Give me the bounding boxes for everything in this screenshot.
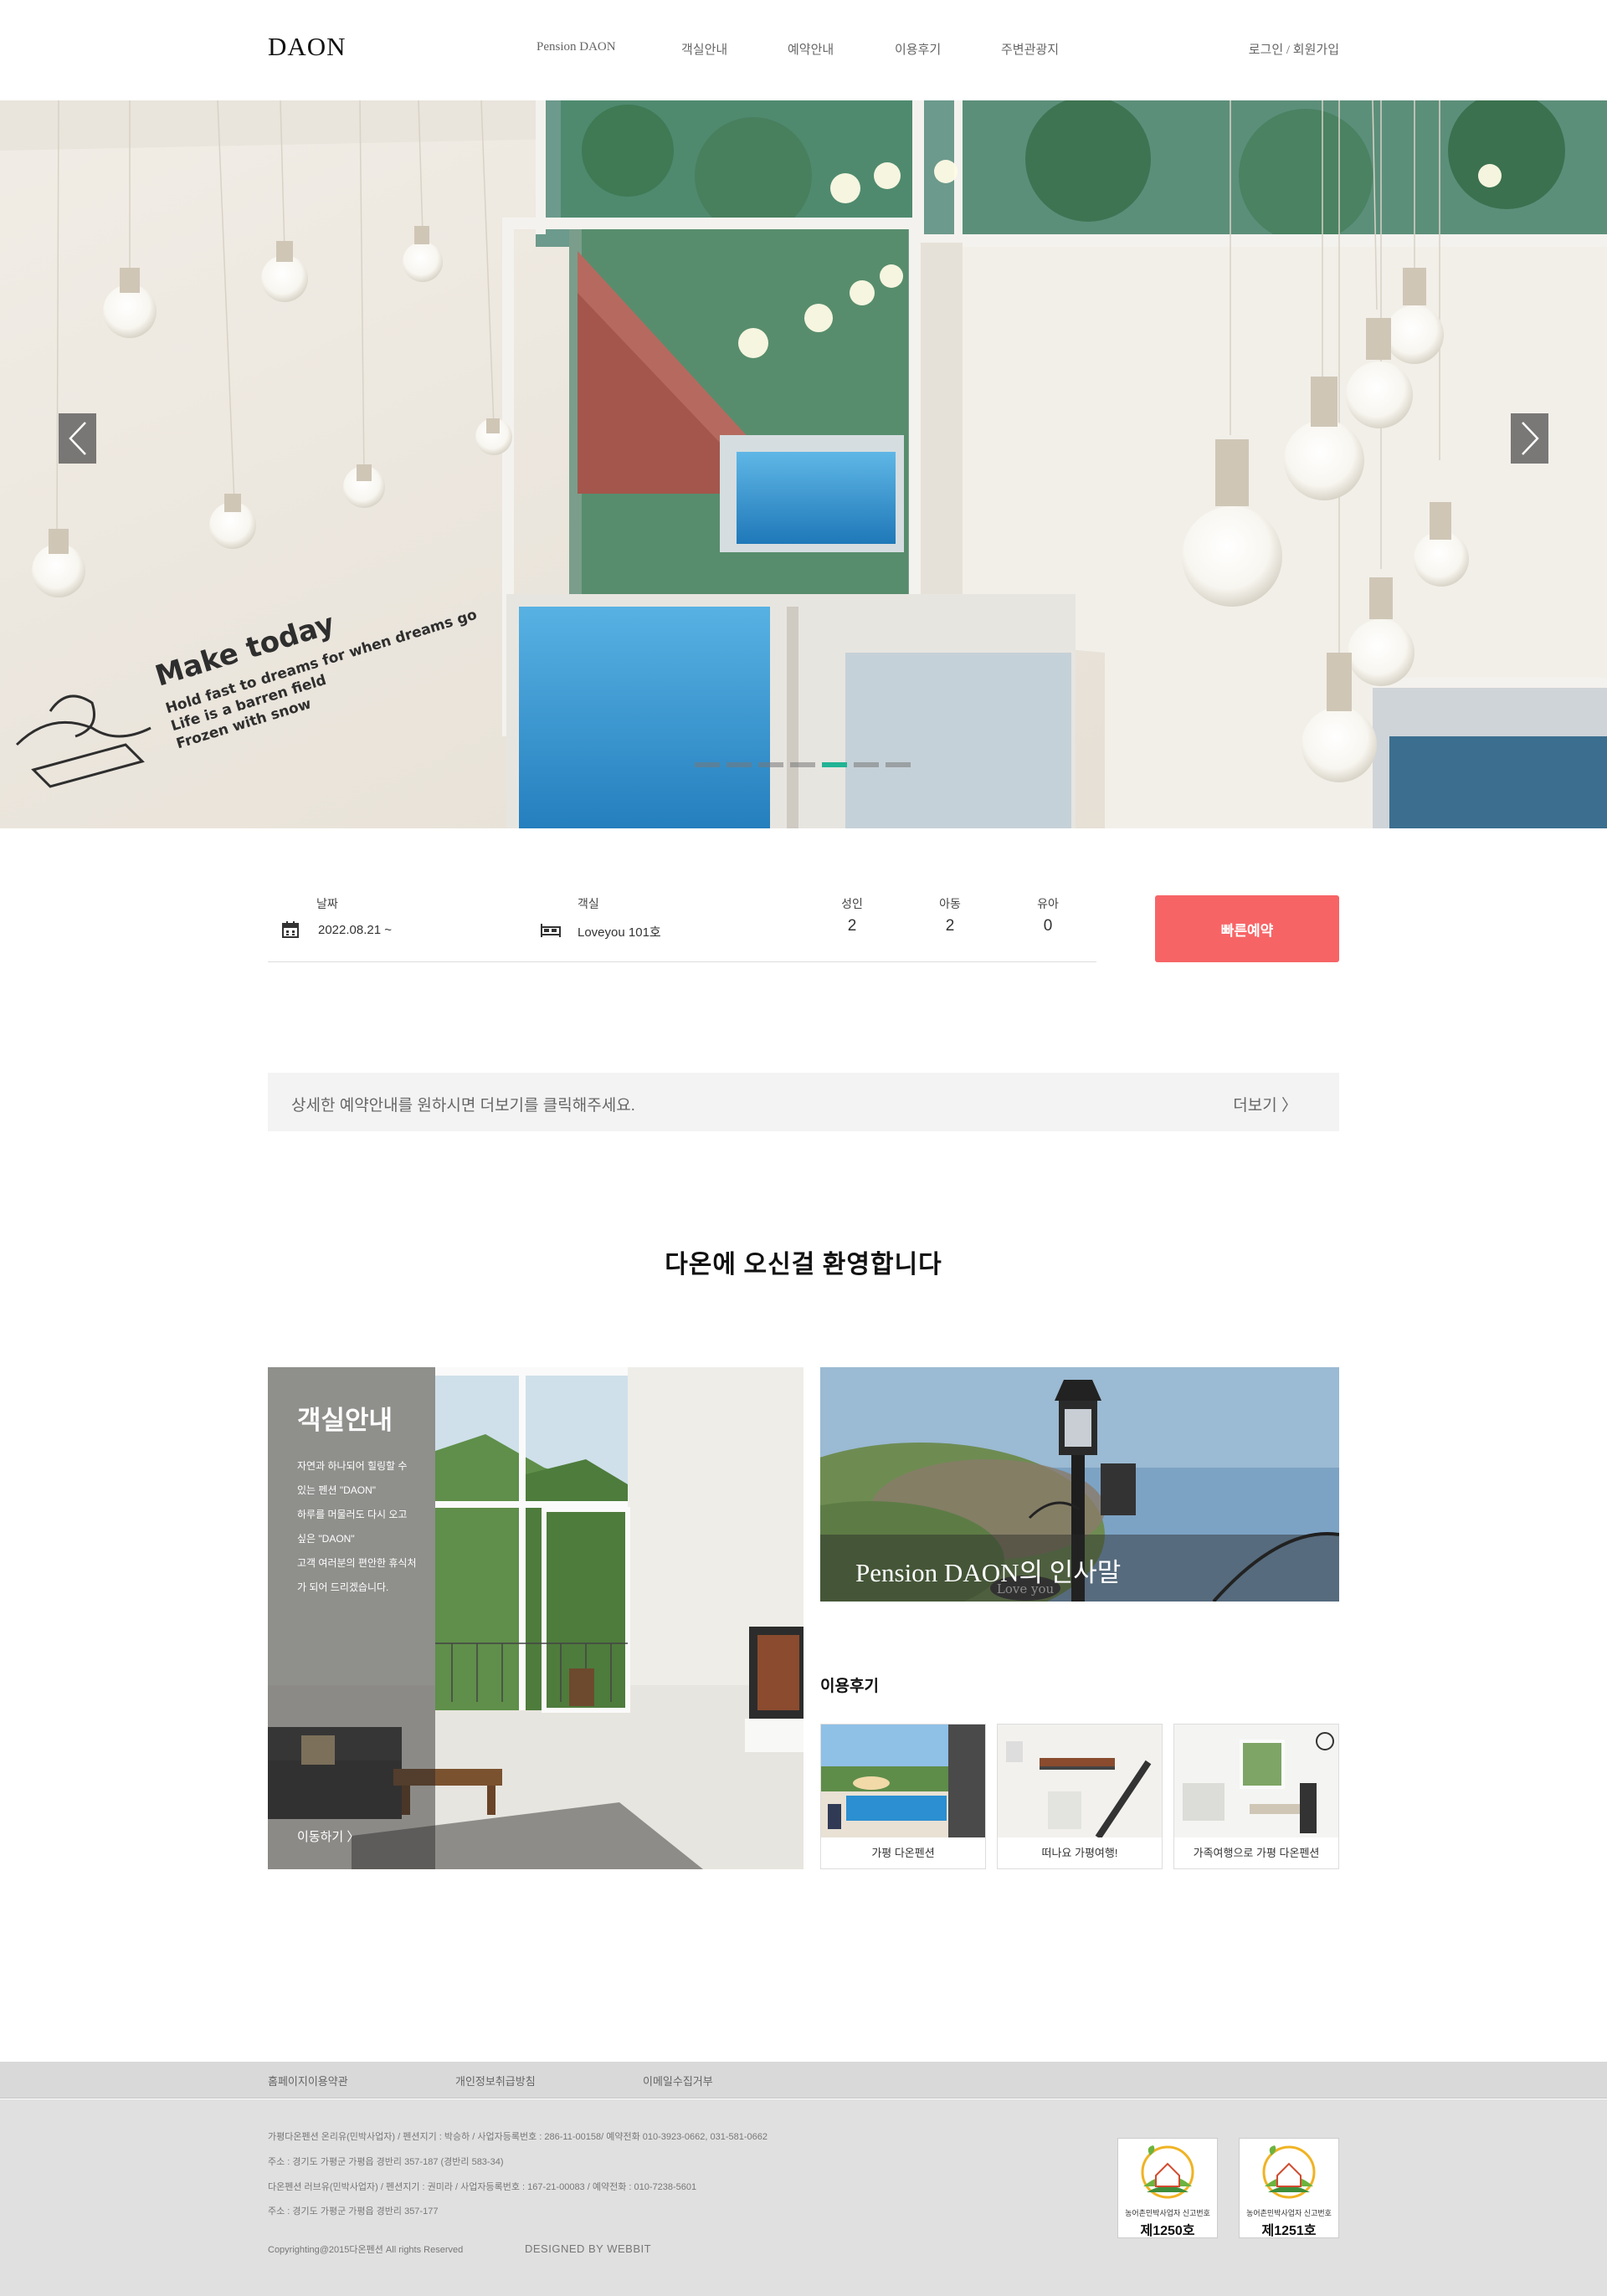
nav-item-attractions[interactable]: 주변관광지 [1001, 40, 1059, 58]
review-thumbnail [998, 1725, 1162, 1837]
date-label: 날짜 [316, 897, 338, 910]
signup-link[interactable]: 회원가입 [1293, 44, 1339, 57]
room-info-card[interactable]: 객실안내 자연과 하나되어 힐링할 수 있는 펜션 "DAON" 하루를 머물러… [268, 1367, 804, 1869]
more-link[interactable]: 더보기 〉 [1233, 1093, 1297, 1115]
infant-count[interactable]: 0 [1031, 917, 1065, 935]
reservation-info-banner: 상세한 예약안내를 원하시면 더보기를 클릭해주세요. 더보기 〉 [268, 1073, 1339, 1131]
slider-dot[interactable] [758, 762, 783, 767]
chevron-left-icon [68, 422, 86, 455]
room-desc-line: 고객 여러분의 편안한 휴식처 [297, 1557, 417, 1569]
nav-item-reservation[interactable]: 예약안내 [788, 40, 834, 58]
nav-item-rooms[interactable]: 객실안내 [681, 40, 727, 58]
footer-designer: DESIGNED BY WEBBIT [525, 2242, 652, 2255]
room-desc-line: 자연과 하나되어 힐링할 수 [297, 1460, 408, 1472]
footer-address: 주소 : 경기도 가평군 가평읍 경반리 357-177 [268, 2206, 439, 2217]
adult-label: 성인 [841, 897, 863, 910]
room-label: 객실 [578, 897, 599, 910]
room-card-title: 객실안내 [297, 1406, 393, 1435]
login-link[interactable]: 로그인 [1249, 44, 1283, 57]
slider-dot[interactable] [854, 762, 879, 767]
farmstay-logo-icon [1141, 2145, 1194, 2199]
date-field[interactable]: 2022.08.21 ~ [318, 923, 392, 937]
review-thumbnail [1174, 1725, 1338, 1837]
footer-business-info: 다온펜션 러브유(민박사업자) / 펜션지기 : 권미라 / 사업자등록번호 :… [268, 2182, 697, 2192]
adult-count[interactable]: 2 [835, 917, 869, 935]
footer-links: 홈페이지이용약관 개인정보취급방침 이메일수집거부 [0, 2062, 1607, 2099]
infant-label: 유아 [1037, 897, 1059, 910]
child-count[interactable]: 2 [933, 917, 967, 935]
review-card[interactable]: 떠나요 가평여행! [997, 1724, 1163, 1869]
footer-business-info: 가평다온펜션 온리유(민박사업자) / 펜션지기 : 박승하 / 사업자등록번호… [268, 2132, 768, 2142]
info-text: 상세한 예약안내를 원하시면 더보기를 클릭해주세요. [291, 1097, 635, 1115]
slider-dot[interactable] [790, 762, 815, 767]
quick-reserve-button[interactable]: 빠른예약 [1155, 895, 1339, 962]
review-caption: 가평 다온펜션 [871, 1847, 935, 1859]
slider-dot[interactable] [726, 762, 752, 767]
room-desc-line: 하루를 머물러도 다시 오고 [297, 1509, 408, 1520]
nav-item-reviews[interactable]: 이용후기 [895, 40, 941, 58]
footer-link-email-refusal[interactable]: 이메일수집거부 [643, 2073, 713, 2088]
review-card[interactable]: 가평 다온펜션 [820, 1724, 986, 1869]
badge-label: 농어촌민박사업자 신고번호 [1246, 2209, 1332, 2217]
calendar-icon [282, 921, 299, 938]
badge-number: 제1250호 [1140, 2224, 1195, 2238]
review-caption: 떠나요 가평여행! [1041, 1847, 1118, 1859]
room-desc-line: 싶은 "DAON" [297, 1533, 355, 1545]
slider-next-button[interactable] [1511, 413, 1548, 464]
review-card[interactable]: 가족여행으로 가평 다온펜션 [1173, 1724, 1339, 1869]
site-header: DAON Pension DAON 객실안내 예약안내 이용후기 주변관광지 로… [0, 0, 1607, 100]
badge-number: 제1251호 [1261, 2224, 1317, 2238]
slider-dot[interactable] [695, 762, 720, 767]
slider-pagination [695, 762, 911, 767]
reviews-heading: 이용후기 [820, 1678, 879, 1695]
room-card-overlay [268, 1367, 435, 1869]
slider-dot[interactable] [822, 762, 847, 767]
welcome-heading: 다온에 오신걸 환영합니다 [665, 1251, 942, 1279]
registration-badge: 농어촌민박사업자 신고번호 제1250호 [1117, 2138, 1218, 2238]
bed-icon [541, 924, 561, 937]
hero-slider: Make today Hold fast to dreams for when … [0, 100, 1607, 828]
footer-address: 주소 : 경기도 가평군 가평읍 경반리 357-187 (경반리 583-34… [268, 2157, 504, 2167]
auth-separator: / [1286, 44, 1291, 57]
slider-dot[interactable] [886, 762, 911, 767]
quick-booking-bar: 날짜 2022.08.21 ~ 객실 Loveyou 101호 성인 2 아동 … [268, 895, 1096, 962]
room-desc-line: 가 되어 드리겠습니다. [297, 1581, 389, 1593]
footer-copyright: Copyrighting@2015다온펜션 All rights Reserve… [268, 2245, 464, 2255]
room-desc-line: 있는 펜션 "DAON" [297, 1484, 377, 1496]
auth-links: 로그인 / 회원가입 [1249, 40, 1339, 58]
hero-image: Make today Hold fast to dreams for when … [0, 100, 1607, 828]
greeting-card[interactable]: Love you Pension DAON의 인사말 [820, 1367, 1339, 1602]
room-field[interactable]: Loveyou 101호 [578, 923, 661, 940]
footer-body: 가평다온펜션 온리유(민박사업자) / 펜션지기 : 박승하 / 사업자등록번호… [0, 2099, 1607, 2296]
registration-badge: 농어촌민박사업자 신고번호 제1251호 [1239, 2138, 1339, 2238]
review-caption: 가족여행으로 가평 다온펜션 [1193, 1847, 1320, 1859]
greeting-title: Pension DAON의 인사말 [855, 1558, 1122, 1587]
footer-link-terms[interactable]: 홈페이지이용약관 [268, 2073, 348, 2088]
farmstay-logo-icon [1262, 2145, 1316, 2199]
chevron-right-icon [1521, 422, 1539, 455]
review-thumbnail [821, 1725, 985, 1837]
nav-item-pension-daon[interactable]: Pension DAON [537, 40, 616, 54]
child-label: 아동 [939, 897, 961, 910]
room-card-description: 자연과 하나되어 힐링할 수 있는 펜션 "DAON" 하루를 머물러도 다시 … [297, 1454, 423, 1600]
footer-link-privacy[interactable]: 개인정보취급방침 [455, 2073, 536, 2088]
slider-prev-button[interactable] [59, 413, 96, 464]
badge-label: 농어촌민박사업자 신고번호 [1125, 2209, 1210, 2217]
main-nav: Pension DAON 객실안내 예약안내 이용후기 주변관광지 [0, 40, 1607, 60]
room-move-link[interactable]: 이동하기 〉 [297, 1827, 359, 1845]
